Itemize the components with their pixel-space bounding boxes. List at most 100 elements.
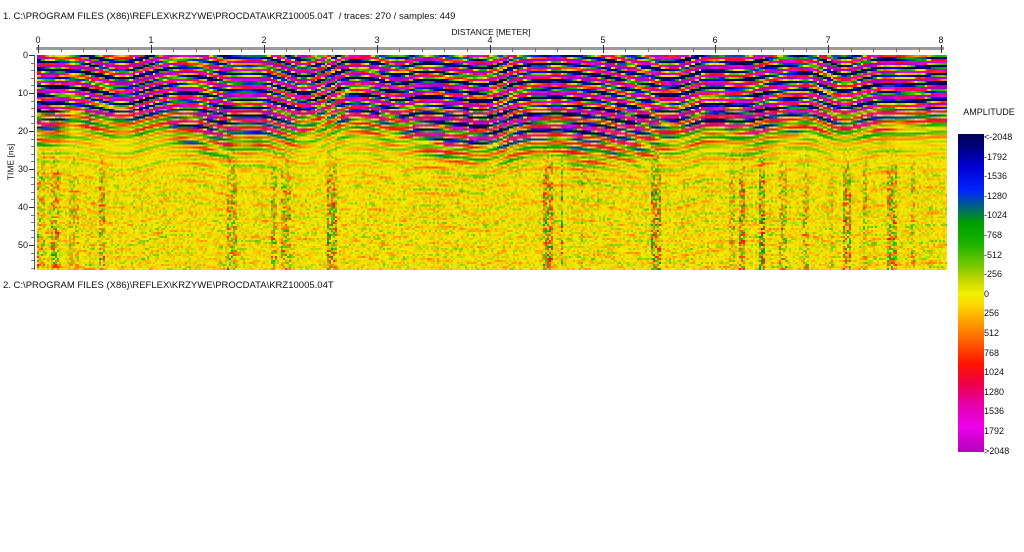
amplitude-scale-label: -512 [984,250,1002,260]
x-minor-tick [648,48,649,52]
x-minor-tick [332,48,333,52]
amplitude-colorbar-labels: <-2048-1792-1536-1280-1024-768-512-25602… [984,134,1024,454]
y-minor-tick [31,237,34,238]
amplitude-scale-label: <-2048 [984,132,1012,142]
x-minor-tick [354,48,355,52]
y-minor-tick [31,78,34,79]
y-minor-tick [31,101,34,102]
x-minor-tick [693,48,694,52]
y-minor-tick [31,161,34,162]
y-minor-tick [31,268,34,269]
x-minor-tick [761,48,762,52]
y-tick [29,93,34,94]
y-minor-tick [31,108,34,109]
y-minor-tick [31,199,34,200]
y-minor-tick [31,139,34,140]
x-tick-label: 8 [931,35,951,45]
profile-2-title: 2. C:\PROGRAM FILES (X86)\REFLEX\KRZYWE\… [3,280,334,291]
y-minor-tick [31,154,34,155]
x-tick-label: 0 [28,35,48,45]
x-minor-tick [399,48,400,52]
y-minor-tick [31,116,34,117]
amplitude-scale-label: -1024 [984,210,1007,220]
amplitude-scale-label: 768 [984,348,999,358]
x-tick-label: 2 [254,35,274,45]
y-tick [29,207,34,208]
time-axis-line [34,55,35,270]
x-tick [38,45,39,53]
x-minor-tick [873,48,874,52]
y-minor-tick [31,85,34,86]
x-minor-tick [896,48,897,52]
amplitude-scale-label: -1536 [984,171,1007,181]
y-minor-tick [31,215,34,216]
y-tick-label: 10 [4,88,28,98]
amplitude-scale-label: 1536 [984,406,1004,416]
amplitude-scale-label: 512 [984,328,999,338]
amplitude-colorbar [958,134,984,452]
amplitude-scale-label: -256 [984,269,1002,279]
x-tick [941,45,942,53]
x-minor-tick [783,48,784,52]
x-tick [264,45,265,53]
x-tick [151,45,152,53]
x-minor-tick [286,48,287,52]
radargram-image[interactable] [37,55,947,270]
y-tick [29,131,34,132]
x-tick-label: 5 [593,35,613,45]
x-tick-label: 1 [141,35,161,45]
amplitude-scale-label: 256 [984,308,999,318]
x-tick [828,45,829,53]
x-minor-tick [557,48,558,52]
x-tick [603,45,604,53]
x-minor-tick [444,48,445,52]
time-axis: 01020304050 [0,55,37,270]
x-minor-tick [738,48,739,52]
x-minor-tick [309,48,310,52]
y-minor-tick [31,230,34,231]
x-tick-label: 6 [705,35,725,45]
x-tick-label: 7 [818,35,838,45]
x-minor-tick [173,48,174,52]
x-minor-tick [851,48,852,52]
x-minor-tick [106,48,107,52]
y-minor-tick [31,70,34,71]
x-tick-label: 3 [367,35,387,45]
y-tick [29,55,34,56]
y-tick-label: 40 [4,202,28,212]
y-tick-label: 30 [4,164,28,174]
profile-1-title: 1. C:\PROGRAM FILES (X86)\REFLEX\KRZYWE\… [3,11,455,22]
y-minor-tick [31,260,34,261]
y-minor-tick [31,177,34,178]
amplitude-scale-label: 1792 [984,426,1004,436]
y-tick-label: 0 [4,50,28,60]
x-minor-tick [512,48,513,52]
amplitude-scale-label: -768 [984,230,1002,240]
x-minor-tick [219,48,220,52]
y-minor-tick [31,123,34,124]
y-tick-label: 50 [4,240,28,250]
x-tick [490,45,491,53]
x-minor-tick [580,48,581,52]
x-minor-tick [467,48,468,52]
y-tick-label: 20 [4,126,28,136]
amplitude-scale-label: >2048 [984,446,1009,456]
y-tick [29,169,34,170]
y-minor-tick [31,146,34,147]
x-minor-tick [535,48,536,52]
x-tick [715,45,716,53]
y-minor-tick [31,222,34,223]
x-minor-tick [61,48,62,52]
x-minor-tick [128,48,129,52]
x-minor-tick [919,48,920,52]
x-minor-tick [806,48,807,52]
amplitude-scale-label: -1792 [984,152,1007,162]
reflexw-window: 1. C:\PROGRAM FILES (X86)\REFLEX\KRZYWE\… [0,0,1024,552]
y-minor-tick [31,253,34,254]
y-minor-tick [31,63,34,64]
y-tick [29,245,34,246]
x-tick [377,45,378,53]
amplitude-legend-title: AMPLITUDE [958,107,1020,117]
y-minor-tick [31,192,34,193]
amplitude-scale-label: 0 [984,289,989,299]
